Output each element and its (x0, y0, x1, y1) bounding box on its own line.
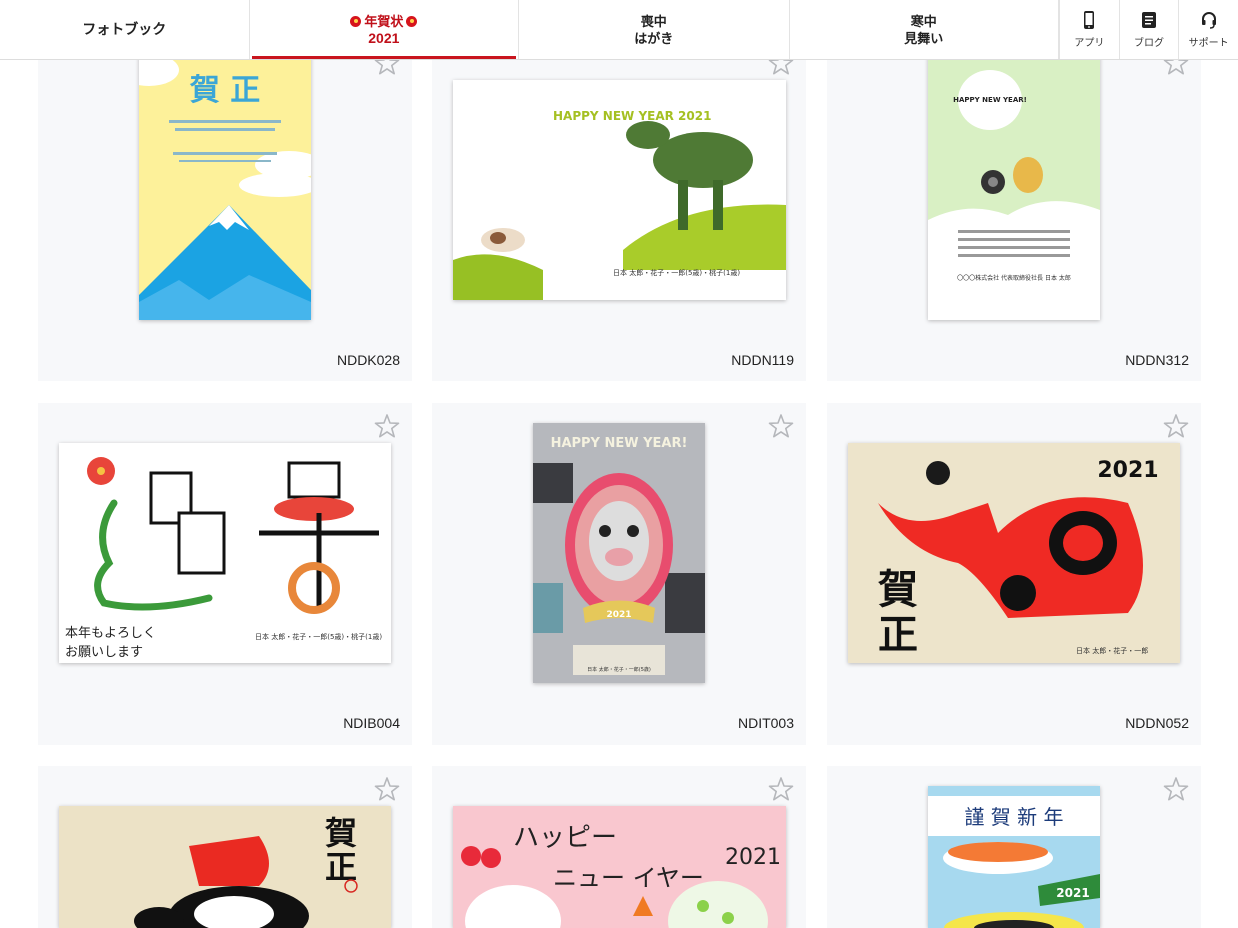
favorite-star-icon[interactable] (1163, 413, 1189, 439)
blog-icon (1142, 12, 1156, 28)
support-label: サポート (1188, 38, 1229, 49)
template-card[interactable]: 謹 賀 新 年 2021 (827, 766, 1201, 928)
thumb-year: 2021 (606, 610, 631, 620)
favorite-star-icon[interactable] (768, 776, 794, 802)
thumb-greeting-line1: 本年もよろしく (65, 626, 156, 641)
thumb-kanji-1: 賀 (325, 814, 357, 852)
thumb-title: 賀 正 (190, 73, 260, 108)
template-code: NDDN052 (1125, 715, 1189, 731)
app-label: アプリ (1074, 38, 1105, 49)
template-card[interactable]: HAPPY NEW YEAR 2021 日本 太郎・花子・一郎(5歳)・桃子(1… (432, 40, 806, 381)
favorite-star-icon[interactable] (374, 776, 400, 802)
tab-sublabel: 2021 (368, 29, 400, 46)
thumb-name: 日本 太郎・花子・一郎(5歳)・桃子(1歳) (255, 632, 382, 641)
template-card[interactable]: 賀 正 (38, 766, 412, 928)
favorite-star-icon[interactable] (768, 413, 794, 439)
card-thumbnail[interactable]: 2021 賀 正 日本 太郎・花子・一郎 (848, 443, 1180, 663)
template-card[interactable]: HAPPY NEW YEAR! 2021 日本 太郎・花子・一郎(5歳) NDI… (432, 403, 806, 745)
card-thumbnail[interactable]: 謹 賀 新 年 2021 (928, 786, 1100, 928)
thumb-year: 2021 (725, 845, 781, 870)
template-card[interactable]: 賀 正 NDDK028 (38, 40, 412, 381)
phone-icon (1084, 11, 1095, 29)
template-code: NDDN312 (1125, 352, 1189, 368)
template-code: NDIT003 (737, 715, 794, 731)
thumb-title: HAPPY NEW YEAR! (551, 436, 688, 451)
template-card[interactable]: ハッピー ニュー イヤー 2021 (432, 766, 806, 928)
thumb-title: HAPPY NEW YEAR! (953, 96, 1027, 104)
template-grid: 賀 正 NDDK028 HAPPY NEW YEAR 2021 日本 太郎・花子… (0, 0, 1238, 928)
favorite-star-icon[interactable] (374, 413, 400, 439)
card-thumbnail[interactable]: ハッピー ニュー イヤー 2021 (453, 806, 786, 928)
blog-link[interactable]: ブログ (1118, 0, 1179, 59)
thumb-kanji-1: 賀 (878, 567, 918, 613)
tab-sublabel: 見舞い (904, 30, 944, 46)
card-thumbnail[interactable]: HAPPY NEW YEAR! 〇〇〇株式会社 代表取締役社長 日本 太郎 (928, 40, 1100, 320)
plum-flower-icon (406, 15, 418, 27)
template-code: NDIB004 (343, 715, 400, 731)
template-code: NDDN119 (731, 352, 794, 368)
card-thumbnail[interactable]: 賀 正 (59, 806, 391, 928)
thumb-title-line1: ハッピー (513, 823, 617, 853)
tab-photobook[interactable]: フォトブック (0, 0, 250, 59)
app-link[interactable]: アプリ (1059, 0, 1119, 59)
template-card[interactable]: 本年もよろしく お願いします 日本 太郎・花子・一郎(5歳)・桃子(1歳) ND… (38, 403, 412, 745)
thumb-title-line2: ニュー イヤー (553, 864, 704, 892)
favorite-star-icon[interactable] (1163, 776, 1189, 802)
tab-nengajo-2021[interactable]: 年賀状 2021 (250, 0, 520, 59)
tab-label-text: 年賀状 (364, 13, 404, 29)
template-card[interactable]: 2021 賀 正 日本 太郎・花子・一郎 NDDN052 (827, 403, 1201, 745)
top-navigation: フォトブック 年賀状 2021 喪中 はがき 寒中 見舞い アプリ ブログ サポ… (0, 0, 1238, 60)
tab-label: 年賀状 (347, 13, 420, 30)
tab-label: フォトブック (82, 21, 167, 37)
plum-flower-icon (350, 15, 362, 27)
tab-label: 喪中 (640, 13, 667, 29)
support-link[interactable]: サポート (1178, 0, 1238, 59)
thumb-name: 日本 太郎・花子・一郎(5歳)・桃子(1歳) (613, 268, 740, 277)
thumb-kanji-2: 正 (878, 612, 918, 658)
thumb-title: 謹 賀 新 年 (964, 805, 1063, 829)
thumb-year: 2021 (1097, 458, 1158, 483)
card-thumbnail[interactable]: HAPPY NEW YEAR! 2021 日本 太郎・花子・一郎(5歳) (533, 423, 705, 683)
tab-label: 寒中 (910, 13, 937, 29)
template-card[interactable]: HAPPY NEW YEAR! 〇〇〇株式会社 代表取締役社長 日本 太郎 ND… (827, 40, 1201, 381)
card-thumbnail[interactable]: HAPPY NEW YEAR 2021 日本 太郎・花子・一郎(5歳)・桃子(1… (453, 80, 786, 300)
thumb-company: 〇〇〇株式会社 代表取締役社長 日本 太郎 (957, 274, 1071, 282)
thumb-name: 日本 太郎・花子・一郎(5歳) (587, 666, 651, 673)
template-code: NDDK028 (336, 352, 400, 368)
thumb-greeting-line2: お願いします (65, 645, 143, 660)
tab-mochu-hagaki[interactable]: 喪中 はがき (519, 0, 790, 59)
thumb-year: 2021 (1056, 886, 1089, 900)
thumb-title: HAPPY NEW YEAR 2021 (553, 109, 711, 123)
card-thumbnail[interactable]: 賀 正 (139, 40, 311, 320)
headset-icon (1201, 12, 1216, 29)
blog-label: ブログ (1134, 38, 1164, 49)
tab-sublabel: はがき (634, 30, 674, 46)
card-thumbnail[interactable]: 本年もよろしく お願いします 日本 太郎・花子・一郎(5歳)・桃子(1歳) (59, 443, 391, 663)
thumb-name: 日本 太郎・花子・一郎 (1076, 646, 1148, 655)
tab-kanchu-mimai[interactable]: 寒中 見舞い (790, 0, 1059, 59)
